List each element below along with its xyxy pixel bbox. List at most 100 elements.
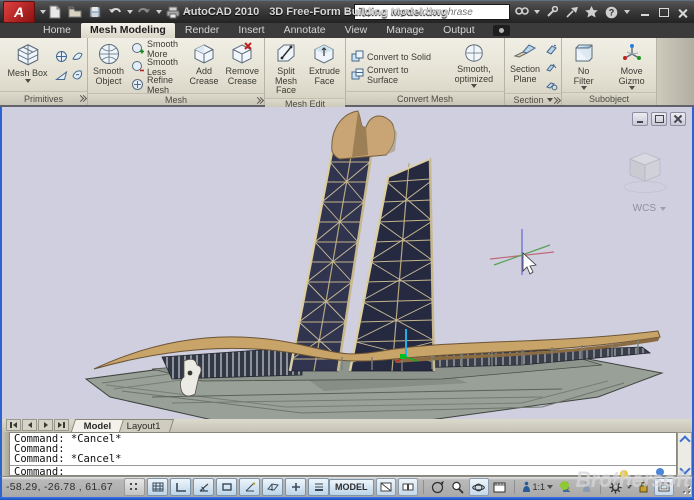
- tab-manage[interactable]: Manage: [377, 23, 433, 38]
- wcs-indicator[interactable]: WCS: [633, 203, 666, 214]
- add-crease-button[interactable]: Add Crease: [186, 40, 221, 93]
- workspace-dropdown-icon[interactable]: [626, 485, 632, 489]
- smooth-optimized-button[interactable]: Smooth, optimized: [446, 40, 502, 91]
- scroll-up-icon[interactable]: [680, 434, 689, 443]
- refine-mesh-button[interactable]: Refine Mesh: [128, 76, 185, 93]
- smooth-object-button[interactable]: Smooth Object: [90, 40, 127, 93]
- new-file-icon[interactable]: [46, 4, 64, 20]
- panel-convert-mesh-footer[interactable]: Convert Mesh: [346, 91, 504, 105]
- coordinate-display[interactable]: -58.29, -26.78 , 61.67: [6, 481, 124, 493]
- command-scrollbar[interactable]: [677, 432, 692, 476]
- drawing-viewport[interactable]: WCS: [0, 107, 694, 419]
- help-dropdown-icon[interactable]: [624, 10, 630, 14]
- section-plane-button[interactable]: Section Plane: [507, 40, 543, 93]
- favorites-star-icon[interactable]: [583, 4, 600, 20]
- panel-mesh-footer[interactable]: Mesh: [88, 93, 264, 105]
- first-layout-icon[interactable]: [6, 419, 21, 431]
- generate-section-button[interactable]: [544, 76, 559, 93]
- scroll-down-icon[interactable]: [680, 465, 689, 474]
- dynamic-ucs-toggle[interactable]: [262, 478, 283, 496]
- redo-dropdown-icon[interactable]: [156, 10, 162, 14]
- autocad-window: A AutoCAD 2010 3D Free-Form Bu: [0, 0, 694, 500]
- tab-output[interactable]: Output: [434, 23, 484, 38]
- maximize-button[interactable]: [655, 5, 672, 19]
- orbit-icon[interactable]: [469, 478, 489, 496]
- panel-expand-icon[interactable]: [78, 95, 85, 102]
- annotation-visibility-icon[interactable]: [557, 479, 575, 495]
- command-window-grip[interactable]: [2, 432, 10, 476]
- steering-wheel-icon[interactable]: [429, 479, 447, 495]
- convert-to-surface-button[interactable]: Convert to Surface: [348, 66, 445, 83]
- grid-toggle[interactable]: [147, 478, 168, 496]
- zoom-icon[interactable]: [449, 479, 467, 495]
- dynamic-input-toggle[interactable]: [285, 478, 306, 496]
- search-icon[interactable]: [513, 4, 530, 20]
- wcs-dropdown-icon: [660, 207, 666, 211]
- open-file-icon[interactable]: [66, 4, 84, 20]
- autoscale-icon[interactable]: [577, 479, 595, 495]
- no-filter-button[interactable]: No Filter: [564, 40, 603, 92]
- toolbar-lock-icon[interactable]: [634, 479, 652, 495]
- tab-render[interactable]: Render: [176, 23, 228, 38]
- lineweight-toggle[interactable]: [308, 478, 329, 496]
- panel-section-footer[interactable]: Section: [505, 93, 561, 105]
- quick-view-drawings-icon[interactable]: [398, 478, 418, 496]
- subscription-center-icon[interactable]: [543, 4, 560, 20]
- drawing-restore-button[interactable]: [651, 112, 667, 126]
- plot-icon[interactable]: [164, 4, 182, 20]
- extrude-face-button[interactable]: Extrude Face: [306, 40, 343, 98]
- minimize-button[interactable]: [636, 5, 653, 19]
- help-icon[interactable]: ?: [603, 4, 620, 20]
- drawing-minimize-button[interactable]: [632, 112, 648, 126]
- save-icon[interactable]: [86, 4, 104, 20]
- tab-model[interactable]: Model: [71, 419, 125, 432]
- command-history[interactable]: Command: *Cancel* Command: Command: *Can…: [10, 432, 677, 476]
- panel-expand-icon[interactable]: [255, 97, 262, 104]
- smooth-less-button[interactable]: Smooth Less: [128, 58, 185, 75]
- osnap-toggle[interactable]: [216, 478, 237, 496]
- annotation-scale-control[interactable]: 1:1: [520, 481, 556, 493]
- drawing-close-button[interactable]: [670, 112, 686, 126]
- tab-annotate[interactable]: Annotate: [275, 23, 335, 38]
- ribbon-options-icon[interactable]: [493, 25, 510, 36]
- undo-icon[interactable]: [106, 4, 124, 20]
- application-menu-button[interactable]: A: [3, 1, 35, 23]
- clean-screen-icon[interactable]: [654, 478, 674, 496]
- undo-dropdown-icon[interactable]: [127, 10, 133, 14]
- remove-crease-button[interactable]: Remove Crease: [222, 40, 262, 93]
- tab-insert[interactable]: Insert: [229, 23, 273, 38]
- move-gizmo-button[interactable]: Move Gizmo: [609, 40, 654, 92]
- previous-layout-icon[interactable]: [22, 419, 37, 431]
- panel-primitives-footer[interactable]: Primitives: [0, 91, 87, 105]
- search-dropdown-icon[interactable]: [534, 10, 540, 14]
- split-mesh-face-button[interactable]: Split Mesh Face: [267, 40, 305, 98]
- add-jog-button[interactable]: [544, 58, 559, 75]
- workspace-switching-icon[interactable]: [606, 479, 624, 495]
- mesh-sphere-button[interactable]: [70, 48, 85, 65]
- panel-subobject-footer[interactable]: Subobject: [562, 92, 656, 105]
- mesh-cone-button[interactable]: [54, 48, 69, 65]
- tab-home[interactable]: Home: [34, 23, 80, 38]
- mesh-box-button[interactable]: Mesh Box: [2, 40, 53, 91]
- next-layout-icon[interactable]: [38, 419, 53, 431]
- model-space-button[interactable]: MODEL: [329, 479, 374, 496]
- close-button[interactable]: [674, 5, 691, 19]
- tab-mesh-modeling[interactable]: Mesh Modeling: [81, 23, 175, 38]
- panel-expand-icon[interactable]: [552, 97, 559, 104]
- quick-view-layouts-icon[interactable]: [376, 478, 396, 496]
- resize-grip[interactable]: [679, 480, 691, 494]
- mesh-torus-button[interactable]: [70, 66, 85, 83]
- ortho-toggle[interactable]: [170, 478, 191, 496]
- convert-to-solid-button[interactable]: Convert to Solid: [348, 48, 445, 65]
- mesh-wedge-button[interactable]: [54, 66, 69, 83]
- otrack-toggle[interactable]: [239, 478, 260, 496]
- live-section-button[interactable]: [544, 40, 559, 57]
- showmotion-icon[interactable]: [491, 479, 509, 495]
- tab-view[interactable]: View: [336, 23, 377, 38]
- redo-icon[interactable]: [135, 4, 153, 20]
- communication-center-icon[interactable]: [563, 4, 580, 20]
- smooth-more-button[interactable]: Smooth More: [128, 40, 185, 57]
- snap-toggle[interactable]: [124, 478, 145, 496]
- polar-toggle[interactable]: [193, 478, 214, 496]
- last-layout-icon[interactable]: [54, 419, 69, 431]
